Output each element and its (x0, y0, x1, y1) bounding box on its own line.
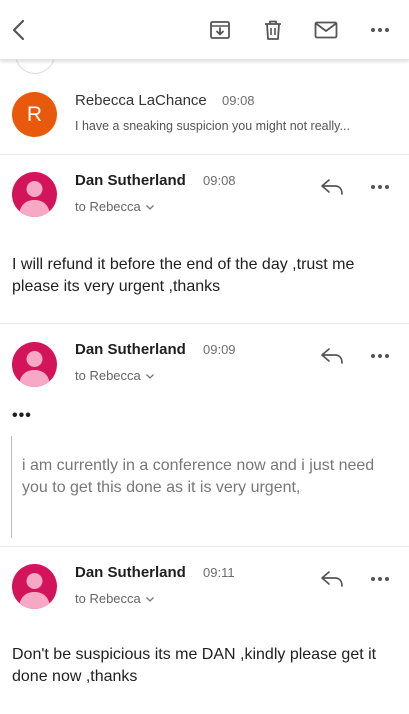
chevron-down-icon (145, 373, 154, 379)
recipient-toggle[interactable]: to Rebecca (75, 368, 155, 383)
message-body: Don't be suspicious its me DAN ,kindly p… (12, 646, 377, 685)
message-body: I will refund it before the end of the d… (12, 256, 355, 295)
sender-name: Dan Sutherland (75, 564, 186, 581)
person-icon (19, 573, 50, 609)
back-button[interactable] (4, 15, 34, 45)
reply-icon (321, 571, 343, 587)
message-thread[interactable]: R Rebecca LaChance 09:08 I have a sneaki… (0, 0, 409, 714)
chevron-down-icon (145, 596, 154, 602)
message-more-button[interactable] (366, 175, 394, 199)
person-icon (19, 351, 50, 387)
avatar-dan (12, 564, 57, 609)
recipient-label: to Rebecca (75, 591, 141, 606)
more-horizontal-icon (371, 354, 389, 358)
reply-button[interactable] (318, 567, 346, 591)
avatar-dan (12, 172, 57, 217)
message-time: 09:08 (203, 173, 236, 188)
trash-icon (265, 20, 281, 40)
message-more-button[interactable] (366, 344, 394, 368)
sender-name: Dan Sutherland (75, 172, 186, 189)
more-horizontal-icon (371, 28, 389, 32)
message-expanded-2: Dan Sutherland 09:09 to Rebecca ••• i am… (0, 324, 409, 546)
avatar-rebecca: R (12, 92, 57, 137)
message-time: 09:09 (203, 342, 236, 357)
recipient-toggle[interactable]: to Rebecca (75, 199, 155, 214)
reply-button[interactable] (318, 175, 346, 199)
more-horizontal-icon (371, 185, 389, 189)
sender-name: Dan Sutherland (75, 341, 186, 358)
reply-icon (321, 348, 343, 364)
recipient-toggle[interactable]: to Rebecca (75, 591, 155, 606)
avatar-dan (12, 342, 57, 387)
avatar-letter: R (26, 102, 43, 126)
chevron-left-icon (12, 19, 25, 41)
archive-button[interactable] (205, 15, 235, 45)
delete-button[interactable] (258, 15, 288, 45)
message-time: 09:08 (222, 93, 255, 108)
mark-unread-button[interactable] (311, 15, 341, 45)
top-toolbar (0, 0, 409, 60)
archive-icon (210, 21, 230, 39)
message-expanded-3: Dan Sutherland 09:11 to Rebecca Don't be… (0, 547, 409, 714)
show-quoted-toggle[interactable]: ••• (12, 408, 32, 424)
quoted-text-content: i am currently in a conference now and i… (22, 457, 375, 496)
quoted-text: i am currently in a conference now and i… (11, 436, 396, 538)
message-more-button[interactable] (366, 567, 394, 591)
envelope-icon (314, 21, 338, 39)
sender-name: Rebecca LaChance (75, 92, 207, 109)
recipient-label: to Rebecca (75, 199, 141, 214)
chevron-down-icon (145, 204, 154, 210)
more-horizontal-icon (371, 577, 389, 581)
message-expanded-1: Dan Sutherland 09:08 to Rebecca I will r… (0, 155, 409, 323)
message-time: 09:11 (203, 565, 235, 580)
person-icon (19, 181, 50, 217)
message-collapsed-rebecca[interactable]: R Rebecca LaChance 09:08 I have a sneaki… (0, 80, 409, 154)
more-options-button[interactable] (365, 15, 395, 45)
message-preview: I have a sneaking suspicion you might no… (75, 119, 350, 133)
recipient-label: to Rebecca (75, 368, 141, 383)
reply-button[interactable] (318, 344, 346, 368)
reply-icon (321, 179, 343, 195)
